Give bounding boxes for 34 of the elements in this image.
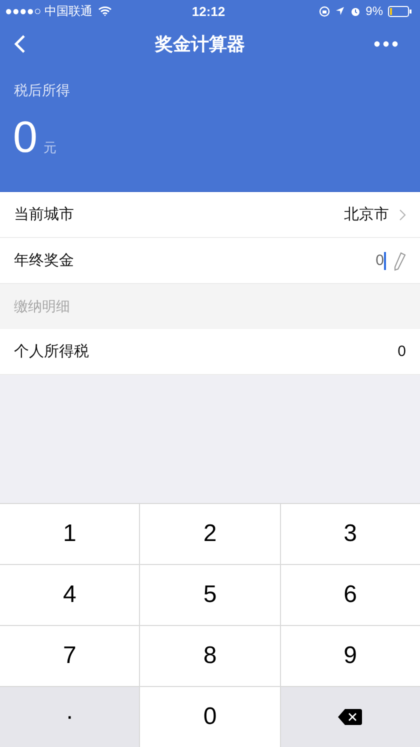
unit-label: 元: [43, 139, 56, 157]
pencil-icon: [392, 250, 406, 270]
wifi-icon: [98, 6, 112, 16]
key-button[interactable]: 1: [0, 504, 140, 564]
rotation-lock-icon: [318, 6, 330, 16]
row-label: 年终奖金: [14, 251, 74, 270]
key-button[interactable]: 6: [280, 565, 420, 625]
key-button[interactable]: 9: [280, 626, 420, 686]
row-label: 个人所得税: [14, 342, 89, 361]
key-button[interactable]: 8: [140, 626, 280, 686]
key-button[interactable]: 4: [0, 565, 140, 625]
key-button[interactable]: ·: [0, 687, 140, 747]
key-button[interactable]: 7: [0, 626, 140, 686]
battery-icon: [388, 6, 412, 16]
key-button[interactable]: 3: [280, 504, 420, 564]
key-button[interactable]: 0: [140, 687, 280, 747]
key-button[interactable]: 5: [140, 565, 280, 625]
carrier-text: ●●●●○ 中国联通: [5, 2, 93, 20]
back-icon[interactable]: [14, 34, 26, 54]
page-title: 奖金计算器: [155, 33, 245, 56]
backspace-icon[interactable]: [338, 709, 362, 725]
section-header: 缴纳明细: [0, 284, 420, 329]
amount-value: 0: [13, 116, 38, 160]
status-time: 12:12: [192, 4, 226, 18]
summary-label: 税后所得: [13, 81, 71, 100]
row-value: 0: [398, 343, 406, 360]
alarm-icon: [350, 6, 361, 16]
battery-text: 9%: [366, 4, 383, 18]
key-button[interactable]: 2: [140, 504, 280, 564]
row-label: 当前城市: [14, 205, 74, 224]
more-icon[interactable]: [374, 41, 398, 47]
bonus-input[interactable]: 0: [376, 252, 386, 270]
location-icon: [334, 6, 345, 16]
city-value[interactable]: 北京市: [344, 205, 389, 224]
